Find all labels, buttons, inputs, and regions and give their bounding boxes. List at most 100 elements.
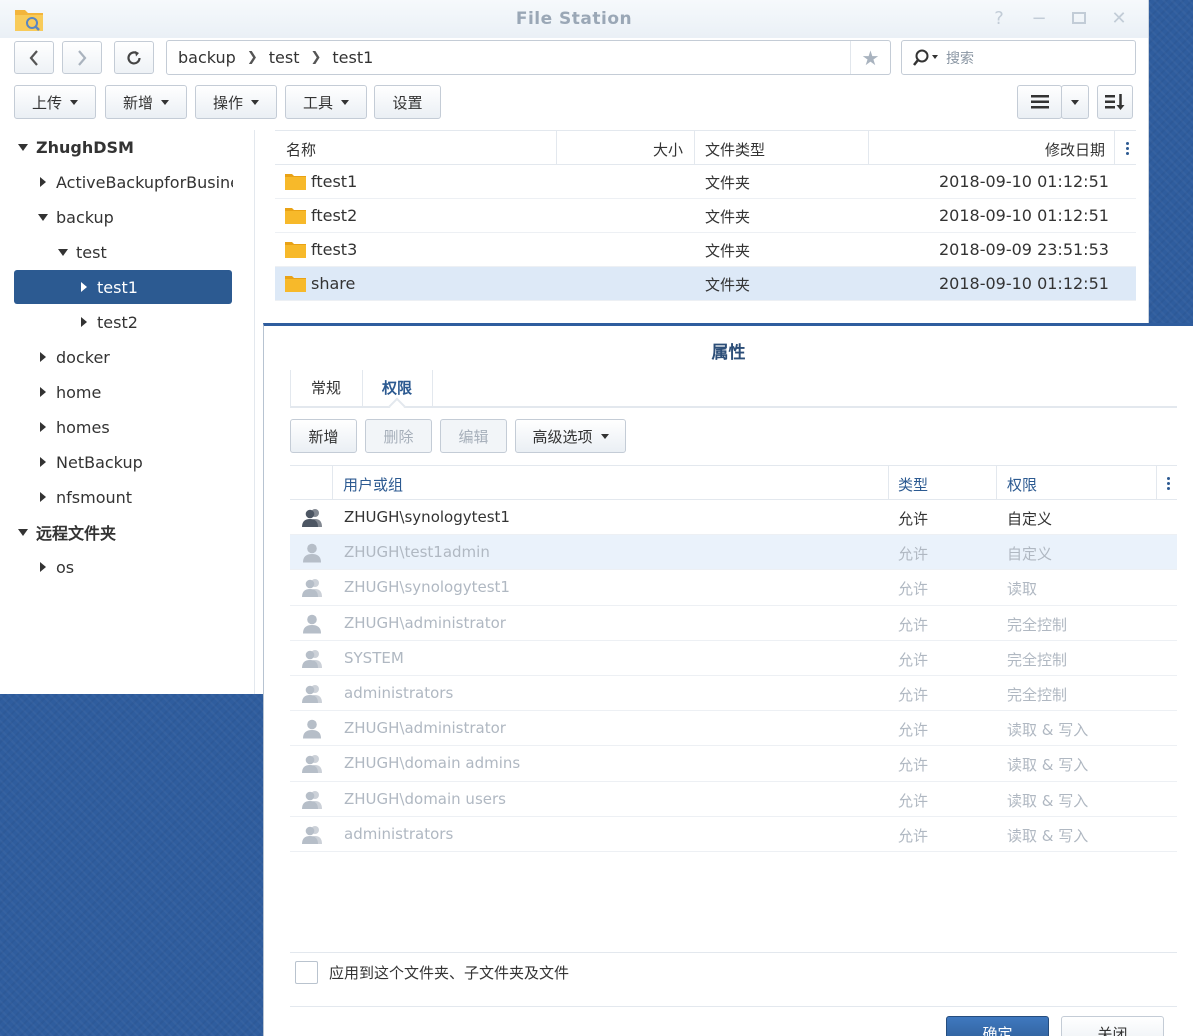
column-divider[interactable] [888,466,889,500]
refresh-button[interactable] [114,41,154,74]
expanded-caret-icon[interactable] [38,213,48,221]
permission-row[interactable]: ZHUGH\test1admin 允许 自定义 [290,535,1177,571]
column-user[interactable]: 用户或组 [343,474,403,495]
permission-level: 读取 & 写入 [1007,826,1089,845]
file-row-selected[interactable]: share 文件夹 2018-09-10 01:12:51 [275,267,1136,301]
permission-row[interactable]: ZHUGH\administrator 允许 完全控制 [290,606,1177,641]
create-button[interactable]: 新增 [105,85,187,119]
file-row[interactable]: ftest1 文件夹 2018-09-10 01:12:51 [275,165,1136,199]
settings-button[interactable]: 设置 [374,85,441,119]
permission-row[interactable]: ZHUGH\domain admins 允许 读取 & 写入 [290,746,1177,782]
tree-item-homes[interactable]: homes [40,410,240,444]
tree-item-docker[interactable]: docker [40,340,240,374]
column-divider[interactable] [556,131,557,165]
tree-root-remote[interactable]: 远程文件夹 [18,515,248,549]
advanced-options-button[interactable]: 高级选项 [515,419,626,453]
close-button[interactable]: 关闭 [1061,1016,1164,1036]
tree-item-test1[interactable]: test1 [14,270,232,304]
tree-item-home[interactable]: home [40,375,240,409]
tree-label: nfsmount [56,487,133,507]
column-divider[interactable] [694,131,695,165]
permission-row[interactable]: ZHUGH\domain users 允许 读取 & 写入 [290,782,1177,817]
permission-row[interactable]: ZHUGH\synologytest1 允许 读取 [290,570,1177,606]
path-segment[interactable]: test [269,48,300,67]
tab-general[interactable]: 常规 [290,370,362,406]
tree-item-activebackup[interactable]: ActiveBackupforBusiness [40,165,233,199]
column-modified[interactable]: 修改日期 [1045,139,1105,160]
collapsed-caret-icon[interactable] [40,562,46,572]
properties-dialog: 属性 常规 权限 新增 删除 编辑 高级选项 用户或组 类型 权限 ZHUGH\… [263,323,1193,1036]
folder-tree: ZhughDSM ActiveBackupforBusiness backup … [0,130,255,694]
tree-item-nfsmount[interactable]: nfsmount [40,480,240,514]
title-bar[interactable]: File Station ? − ✕ [0,0,1148,38]
collapsed-caret-icon[interactable] [81,317,87,327]
expanded-caret-icon[interactable] [18,143,28,151]
apply-recursive-label[interactable]: 应用到这个文件夹、子文件夹及文件 [329,962,569,983]
tree-item-backup[interactable]: backup [38,200,238,234]
tools-button[interactable]: 工具 [285,85,367,119]
search-input[interactable]: 搜索 [901,40,1136,75]
permission-level: 完全控制 [1007,615,1068,634]
permission-row[interactable]: SYSTEM 允许 完全控制 [290,641,1177,676]
delete-permission-button[interactable]: 删除 [365,419,432,453]
column-menu-icon[interactable] [1126,142,1129,157]
permission-row[interactable]: ZHUGH\administrator 允许 读取 & 写入 [290,711,1177,747]
collapsed-caret-icon[interactable] [81,282,87,292]
tree-item-netbackup[interactable]: NetBackup [40,445,240,479]
path-segment[interactable]: test1 [332,48,373,67]
path-bar[interactable]: backup ❯ test ❯ test1 ★ [166,40,891,75]
tree-item-os[interactable]: os [40,550,240,584]
column-divider[interactable] [996,466,997,500]
column-divider[interactable] [1156,466,1157,500]
expanded-caret-icon[interactable] [18,528,28,536]
edit-permission-button[interactable]: 编辑 [440,419,507,453]
column-divider[interactable] [1114,131,1115,165]
help-icon[interactable]: ? [988,8,1010,30]
permission-list: 用户或组 类型 权限 ZHUGH\synologytest1 允许 自定义 ZHUGH… [290,465,1177,852]
column-menu-icon[interactable] [1167,477,1170,492]
collapsed-caret-icon[interactable] [40,457,46,467]
column-type[interactable]: 文件类型 [705,139,765,160]
collapsed-caret-icon[interactable] [40,387,46,397]
column-type[interactable]: 类型 [898,474,928,495]
file-row[interactable]: ftest3 文件夹 2018-09-09 23:51:53 [275,233,1136,267]
column-size[interactable]: 大小 [653,139,683,160]
expanded-caret-icon[interactable] [58,248,68,256]
forward-button[interactable] [62,41,102,74]
file-row[interactable]: ftest2 文件夹 2018-09-10 01:12:51 [275,199,1136,233]
ok-button[interactable]: 确定 [946,1016,1049,1036]
view-dropdown-button[interactable] [1061,85,1089,119]
close-icon[interactable]: ✕ [1108,8,1130,30]
upload-button[interactable]: 上传 [14,85,96,119]
collapsed-caret-icon[interactable] [40,422,46,432]
collapsed-caret-icon[interactable] [40,177,46,187]
permission-row[interactable]: administrators 允许 完全控制 [290,676,1177,712]
maximize-icon[interactable] [1068,8,1090,30]
list-view-button[interactable] [1017,85,1062,119]
column-name[interactable]: 名称 [286,139,316,160]
back-button[interactable] [14,41,54,74]
column-permission[interactable]: 权限 [1007,474,1037,495]
tree-root-zhughdsm[interactable]: ZhughDSM [18,130,248,164]
permission-row[interactable]: ZHUGH\synologytest1 允许 自定义 [290,500,1177,536]
group-icon [301,649,323,669]
group-icon [301,825,323,845]
user-icon [301,543,323,563]
chevron-right-icon [78,49,87,66]
add-permission-button[interactable]: 新增 [290,419,357,453]
tree-item-test2[interactable]: test2 [81,305,231,339]
tree-item-test[interactable]: test [58,235,238,269]
minimize-icon[interactable]: − [1028,8,1050,30]
column-divider[interactable] [868,131,869,165]
collapsed-caret-icon[interactable] [40,352,46,362]
collapsed-caret-icon[interactable] [40,492,46,502]
sort-button[interactable] [1097,85,1133,119]
path-segment[interactable]: backup [178,48,236,67]
permission-level: 读取 [1007,580,1038,599]
apply-recursive-checkbox[interactable] [295,961,318,984]
action-button[interactable]: 操作 [195,85,277,119]
search-icon[interactable] [912,49,940,67]
permission-row[interactable]: administrators 允许 读取 & 写入 [290,817,1177,852]
favorite-star-icon[interactable]: ★ [850,41,890,74]
dropdown-caret-icon [251,99,259,105]
